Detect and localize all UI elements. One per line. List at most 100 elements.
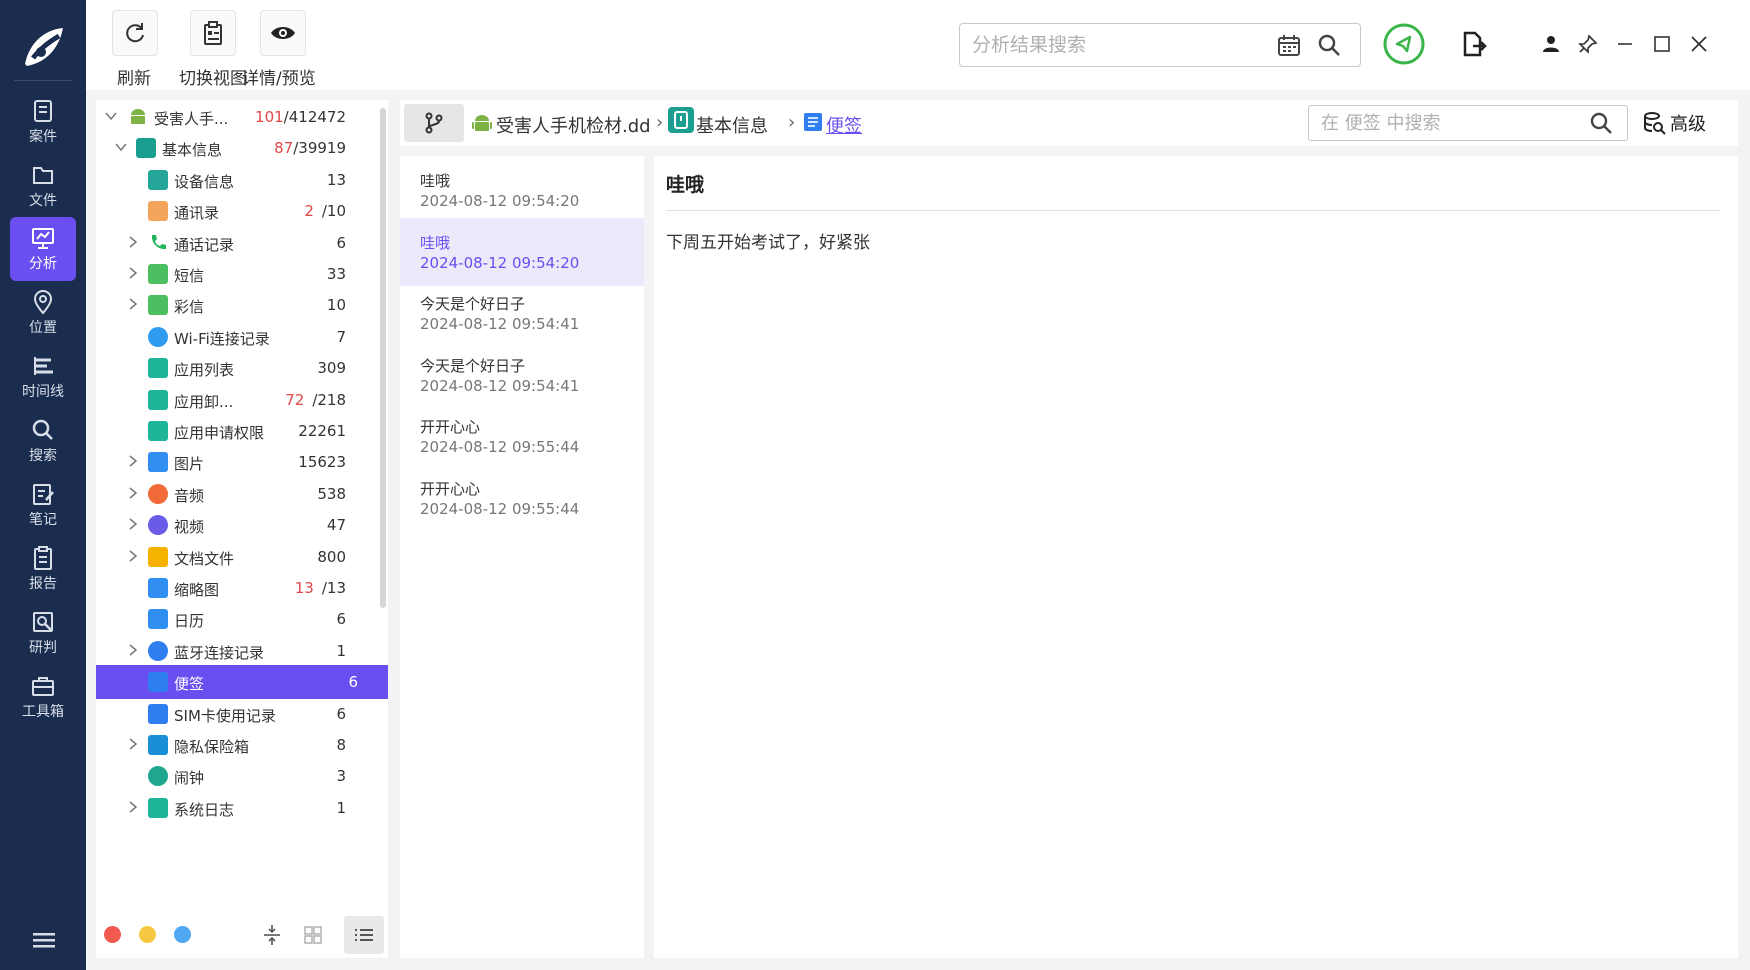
tree-item[interactable]: 蓝牙连接记录 1 (96, 634, 376, 668)
blue-filter-dot[interactable] (174, 926, 191, 943)
breadcrumb-notes[interactable]: 便签 (826, 112, 862, 138)
status-shield-icon[interactable] (1382, 22, 1426, 66)
tree-item[interactable]: 图片 15623 (96, 445, 376, 479)
tree-item[interactable]: 彩信 10 (96, 288, 376, 322)
tree-item[interactable]: 通讯录 2/10 (96, 194, 376, 228)
refresh-button[interactable] (112, 10, 158, 56)
tree-item-label: 通话记录 (174, 235, 235, 254)
tree-item-count: 33 (327, 265, 346, 283)
maximize-icon[interactable] (1648, 30, 1676, 58)
note-list-item[interactable]: 今天是个好日子 2024-08-12 09:54:41 (400, 341, 644, 409)
breadcrumb-basic-info[interactable]: 基本信息 (696, 112, 768, 138)
tree-item[interactable]: 应用列表 309 (96, 351, 376, 385)
chevron-right-icon[interactable] (126, 549, 140, 563)
switch-view-button[interactable] (190, 10, 236, 56)
tree-footer (96, 910, 388, 958)
total-count: 6 (336, 704, 346, 723)
chevron-right-icon[interactable] (126, 643, 140, 657)
tree-item[interactable]: 设备信息 13 (96, 163, 376, 197)
note-list-item[interactable]: 哇哦 2024-08-12 09:54:20 (400, 156, 644, 224)
chevron-right-icon[interactable] (126, 266, 140, 280)
tree-item[interactable]: Wi-Fi连接记录 7 (96, 320, 376, 354)
nav-item-notes[interactable]: 笔记 (10, 473, 76, 537)
note-list-item[interactable]: 开开心心 2024-08-12 09:55:44 (400, 402, 644, 470)
nav-item-timeline[interactable]: 时间线 (10, 345, 76, 409)
android-icon (472, 112, 492, 138)
tree-item[interactable]: 便签 6 (96, 665, 388, 700)
yellow-filter-dot[interactable] (139, 926, 156, 943)
note-icon (804, 113, 822, 131)
tree-item-label: 图片 (174, 455, 205, 474)
tree-item[interactable]: 受害人手... 101/412472 (96, 100, 376, 134)
tree-item[interactable]: 应用卸... 72/218 (96, 383, 376, 417)
total-count: 13 (326, 170, 346, 189)
chevron-right-icon[interactable] (126, 454, 140, 468)
tree-item[interactable]: 闹钟 3 (96, 759, 376, 793)
category-search-input[interactable] (1321, 111, 1571, 135)
chevron-down-icon[interactable] (114, 140, 128, 154)
tree-item[interactable]: 音频 538 (96, 477, 376, 511)
tree-item[interactable]: 文档文件 800 (96, 540, 376, 574)
calendar-icon[interactable] (1276, 33, 1302, 59)
tree-item[interactable]: 短信 33 (96, 257, 376, 291)
chevron-right-icon[interactable] (126, 297, 140, 311)
tree-scrollbar[interactable] (380, 108, 386, 608)
chevron-down-icon[interactable] (104, 109, 118, 123)
minimize-icon[interactable] (1611, 30, 1639, 58)
nav-item-files[interactable]: 文件 (10, 154, 76, 218)
chevron-right-icon[interactable] (126, 517, 140, 531)
tree-item[interactable]: 系统日志 1 (96, 791, 376, 825)
note-item-date: 2024-08-12 09:55:44 (420, 438, 580, 456)
nav-item-toolbox[interactable]: 工具箱 (10, 665, 76, 729)
search-icon[interactable] (1589, 111, 1613, 135)
nav-item-location[interactable]: 位置 (10, 281, 76, 345)
left-nav: 案件 文件 分析 位置 时间线 搜索 笔记 报告 研判 工具箱 (0, 0, 86, 970)
tree-item[interactable]: 缩略图 13/13 (96, 571, 376, 605)
tree-item-label: Wi-Fi连接记录 (174, 329, 270, 348)
advanced-search-button[interactable]: 高级 (1642, 106, 1706, 140)
tree-item-label: 文档文件 (174, 549, 235, 568)
alarm-icon (148, 766, 168, 787)
tree-item[interactable]: 视频 47 (96, 508, 376, 542)
close-icon[interactable] (1685, 30, 1713, 58)
details-preview-button[interactable] (260, 10, 306, 56)
tree-item[interactable]: 应用申请权限 22261 (96, 414, 376, 448)
report-icon (34, 546, 52, 570)
chevron-right-icon[interactable] (126, 235, 140, 249)
menu-icon[interactable] (30, 930, 58, 952)
collapse-icon[interactable] (262, 924, 282, 950)
nav-item-report[interactable]: 报告 (10, 537, 76, 601)
note-list-item[interactable]: 哇哦 2024-08-12 09:54:20 (400, 217, 644, 286)
list-view-button[interactable] (344, 916, 384, 954)
nav-item-judge[interactable]: 研判 (10, 601, 76, 665)
tree-item-count: 87/39919 (274, 139, 346, 157)
grid-view-icon[interactable] (304, 926, 322, 948)
note-list-item[interactable]: 开开心心 2024-08-12 09:55:44 (400, 464, 644, 532)
tree-item[interactable]: 隐私保险箱 8 (96, 728, 376, 762)
user-icon[interactable] (1537, 30, 1565, 58)
chevron-right-icon[interactable] (126, 800, 140, 814)
tree-item[interactable]: SIM卡使用记录 6 (96, 697, 376, 731)
red-filter-dot[interactable] (104, 926, 121, 943)
branch-button[interactable] (404, 104, 464, 142)
chevron-right-icon[interactable] (126, 737, 140, 751)
analysis-search-input[interactable] (972, 32, 1272, 58)
tree-item[interactable]: 通话记录 6 (96, 226, 376, 260)
notes-list: 哇哦 2024-08-12 09:54:20 哇哦 2024-08-12 09:54:… (400, 156, 644, 958)
tree-item[interactable]: 日历 6 (96, 602, 376, 636)
pin-icon[interactable] (1574, 30, 1602, 58)
chevron-right-icon[interactable] (126, 486, 140, 500)
tree-item-count: 538 (317, 485, 346, 503)
nav-item-search[interactable]: 搜索 (10, 409, 76, 473)
nav-item-analysis[interactable]: 分析 (10, 217, 76, 281)
note-list-item[interactable]: 今天是个好日子 2024-08-12 09:54:41 (400, 279, 644, 347)
category-search-field[interactable] (1308, 105, 1628, 141)
tree-item[interactable]: 基本信息 87/39919 (96, 131, 376, 165)
export-file-icon[interactable] (1460, 30, 1488, 58)
total-count: 15623 (298, 453, 346, 472)
nav-label: 搜索 (29, 448, 57, 464)
search-icon[interactable] (1316, 32, 1342, 58)
breadcrumb-device[interactable]: 受害人手机检材.dd (496, 112, 651, 138)
analysis-search-field[interactable] (959, 23, 1361, 67)
nav-item-case[interactable]: 案件 (10, 90, 76, 154)
